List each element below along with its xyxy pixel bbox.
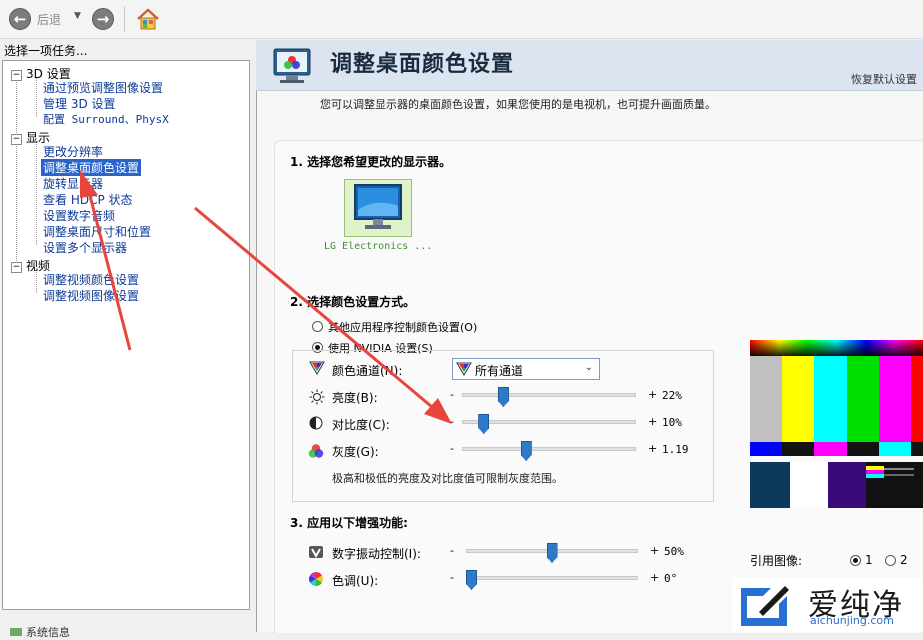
desktop-color-icon bbox=[270, 46, 316, 86]
tree-item-video-image[interactable]: 调整视频图像设置 bbox=[43, 287, 139, 304]
monitor-tile[interactable] bbox=[344, 179, 412, 237]
section3-title: 3. 应用以下增强功能: bbox=[290, 516, 408, 530]
gamma-minus: - bbox=[450, 442, 454, 455]
tree-item-digital-audio[interactable]: 设置数字音频 bbox=[43, 207, 115, 224]
color-channel-icon bbox=[309, 361, 325, 375]
toolbar: ← 后退 ▼ → bbox=[0, 0, 923, 39]
tree-item-multi-display[interactable]: 设置多个显示器 bbox=[43, 239, 127, 256]
tree-connector bbox=[36, 141, 37, 245]
brightness-minus: - bbox=[450, 388, 454, 401]
tree-item-surround-physx[interactable]: 配置 Surround、PhysX bbox=[43, 111, 169, 127]
back-label[interactable]: 后退 bbox=[37, 11, 61, 28]
hue-minus: - bbox=[450, 571, 454, 584]
reference-radio-2[interactable] bbox=[885, 555, 896, 566]
reference-test-pattern bbox=[750, 340, 923, 508]
vibrance-icon bbox=[308, 544, 324, 560]
task-tree[interactable]: −3D 设置 通过预览调整图像设置 管理 3D 设置 配置 Surround、P… bbox=[2, 60, 250, 610]
tree-item-manage-3d[interactable]: 管理 3D 设置 bbox=[43, 95, 116, 112]
range-hint: 极高和极低的亮度及对比度值可限制灰度范围。 bbox=[332, 472, 563, 485]
contrast-minus: - bbox=[450, 415, 454, 428]
back-arrow-icon[interactable]: ← bbox=[9, 8, 31, 30]
reference-radio-1-label[interactable]: 1 bbox=[865, 553, 873, 567]
monitor-label: LG Electronics ... bbox=[324, 241, 433, 252]
tree-item-video-color[interactable]: 调整视频颜色设置 bbox=[43, 271, 139, 288]
reference-radio-1[interactable] bbox=[850, 555, 861, 566]
contrast-value: 10% bbox=[662, 416, 682, 429]
gamma-icon bbox=[308, 443, 324, 459]
chevron-down-icon[interactable]: ▼ bbox=[74, 11, 81, 21]
brightness-icon bbox=[309, 389, 325, 405]
color-channel-value: 所有通道 bbox=[475, 364, 524, 378]
vibrance-label: 数字振动控制(I): bbox=[332, 547, 421, 561]
gamma-slider-track[interactable] bbox=[462, 447, 636, 451]
tree-item-rotate-display[interactable]: 旋转显示器 bbox=[43, 175, 103, 192]
vibrance-value: 50% bbox=[664, 545, 684, 558]
brightness-slider-track[interactable] bbox=[462, 393, 636, 397]
brightness-label: 亮度(B): bbox=[332, 391, 378, 405]
gamma-value: 1.19 bbox=[662, 443, 689, 456]
system-info-link[interactable]: 系统信息 bbox=[10, 624, 70, 640]
reference-image-label: 引用图像: bbox=[750, 554, 803, 568]
watermark-logo bbox=[737, 582, 793, 628]
vibrance-plus: + bbox=[650, 544, 660, 557]
restore-defaults-link[interactable]: 恢复默认设置 bbox=[851, 71, 917, 87]
brightness-plus: + bbox=[648, 388, 658, 401]
color-channel-label: 颜色通道(N): bbox=[332, 364, 403, 378]
hue-value: 0° bbox=[664, 572, 678, 585]
hue-icon bbox=[308, 571, 324, 587]
system-info-icon bbox=[10, 628, 22, 636]
hue-plus: + bbox=[650, 571, 660, 584]
chevron-down-icon: ⌄ bbox=[584, 362, 593, 373]
page-description: 您可以调整显示器的桌面颜色设置，如果您使用的是电视机，也可提升画面质量。 bbox=[320, 98, 716, 111]
task-panel-header: 选择一项任务... bbox=[4, 44, 88, 58]
tree-item-desktop-color[interactable]: 调整桌面颜色设置 bbox=[41, 159, 142, 176]
radio-other-apps-label[interactable]: 其他应用程序控制颜色设置(O) bbox=[328, 319, 477, 335]
contrast-label: 对比度(C): bbox=[332, 418, 390, 432]
gamma-plus: + bbox=[648, 442, 658, 455]
page-title: 调整桌面颜色设置 bbox=[330, 52, 515, 77]
brightness-value: 22% bbox=[662, 389, 682, 402]
tree-item-hdcp[interactable]: 查看 HDCP 状态 bbox=[43, 191, 133, 208]
tree-item-resolution[interactable]: 更改分辨率 bbox=[43, 143, 103, 160]
monitor-icon bbox=[354, 184, 402, 229]
watermark-url: aichunjing.com bbox=[810, 614, 894, 627]
color-channel-select-icon bbox=[456, 362, 472, 376]
reference-radio-2-label[interactable]: 2 bbox=[900, 553, 908, 567]
radio-other-apps[interactable] bbox=[312, 321, 323, 332]
contrast-icon bbox=[309, 416, 323, 430]
forward-arrow-icon[interactable]: → bbox=[92, 8, 114, 30]
toolbar-divider bbox=[124, 6, 125, 32]
home-icon[interactable] bbox=[136, 7, 160, 31]
section2-title: 2. 选择颜色设置方式。 bbox=[290, 295, 416, 309]
tree-connector bbox=[16, 77, 17, 265]
gamma-label: 灰度(G): bbox=[332, 445, 379, 459]
tree-item-preview-image[interactable]: 通过预览调整图像设置 bbox=[43, 79, 163, 96]
vibrance-minus: - bbox=[450, 544, 454, 557]
section1-title: 1. 选择您希望更改的显示器。 bbox=[290, 155, 452, 169]
hue-slider-track[interactable] bbox=[466, 576, 638, 580]
hue-label: 色调(U): bbox=[332, 574, 379, 588]
contrast-plus: + bbox=[648, 415, 658, 428]
tree-item-desktop-size[interactable]: 调整桌面尺寸和位置 bbox=[43, 223, 151, 240]
color-channel-select[interactable]: 所有通道 ⌄ bbox=[452, 358, 600, 380]
tree-connector bbox=[36, 77, 37, 117]
